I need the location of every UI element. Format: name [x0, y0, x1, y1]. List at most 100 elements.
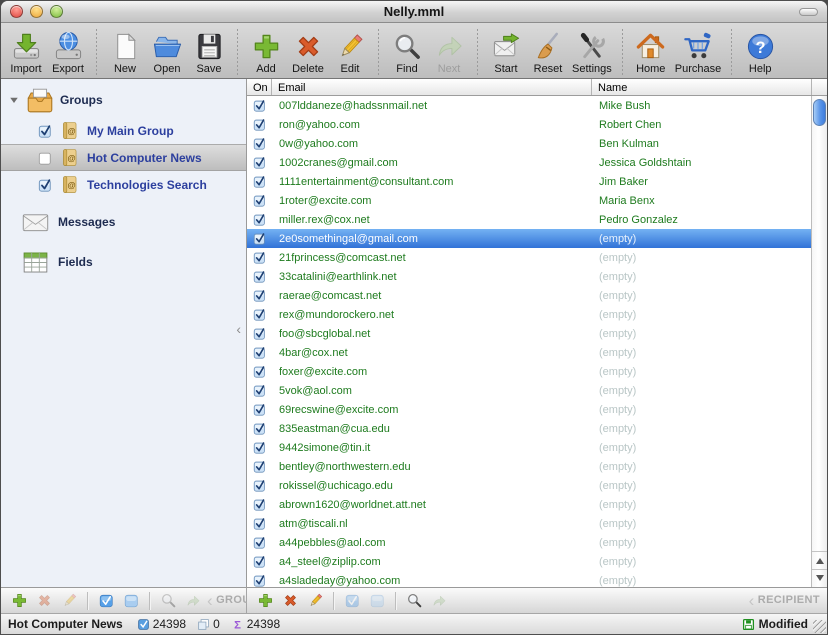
row-checkbox[interactable]: [253, 555, 266, 568]
row-checkbox[interactable]: [253, 137, 266, 150]
group-checkbox[interactable]: [38, 151, 52, 165]
toolbar-add-button[interactable]: Add: [245, 31, 287, 75]
table-row[interactable]: 007lddaneze@hadssnmail.netMike Bush: [247, 96, 811, 115]
add-recipient-button[interactable]: [254, 591, 276, 611]
table-row[interactable]: raerae@comcast.net(empty): [247, 286, 811, 305]
table-row[interactable]: a4_steel@ziplip.com(empty): [247, 552, 811, 571]
row-checkbox[interactable]: [253, 327, 266, 340]
row-checkbox[interactable]: [253, 479, 266, 492]
sidebar-item-fields[interactable]: Fields: [1, 246, 246, 278]
column-header-email[interactable]: Email: [272, 79, 592, 95]
row-checkbox[interactable]: [253, 213, 266, 226]
row-checkbox[interactable]: [253, 574, 266, 587]
table-row[interactable]: 33catalini@earthlink.net(empty): [247, 267, 811, 286]
table-row[interactable]: 5vok@aol.com(empty): [247, 381, 811, 400]
row-checkbox[interactable]: [253, 308, 266, 321]
zoom-button[interactable]: [50, 5, 63, 18]
group-checkbox[interactable]: [38, 124, 52, 138]
table-row[interactable]: 21fprincess@comcast.net(empty): [247, 248, 811, 267]
uncheck-all-groups-button[interactable]: [120, 591, 142, 611]
toolbar-purchase-button[interactable]: Purchase: [672, 31, 724, 75]
row-checkbox[interactable]: [253, 517, 266, 530]
row-checkbox[interactable]: [253, 422, 266, 435]
sidebar-group-my-main-group[interactable]: @My Main Group: [1, 117, 246, 144]
table-row[interactable]: 0w@yahoo.comBen Kulman: [247, 134, 811, 153]
table-row[interactable]: 69recswine@excite.com(empty): [247, 400, 811, 419]
toolbar-open-button[interactable]: Open: [146, 31, 188, 75]
toolbar-save-button[interactable]: Save: [188, 31, 230, 75]
toolbar-new-button[interactable]: New: [104, 31, 146, 75]
toolbar-settings-button[interactable]: Settings: [569, 31, 615, 75]
table-row[interactable]: 1roter@excite.comMaria Benx: [247, 191, 811, 210]
window-resize-grip[interactable]: [813, 620, 826, 633]
scroll-down-button[interactable]: [812, 569, 827, 586]
table-row[interactable]: a4sladeday@yahoo.com(empty): [247, 571, 811, 587]
row-checkbox[interactable]: [253, 289, 266, 302]
row-checkbox[interactable]: [253, 175, 266, 188]
sidebar-splitter-grip[interactable]: ‹: [236, 322, 241, 336]
row-checkbox[interactable]: [253, 460, 266, 473]
sidebar-group-technologies-search[interactable]: @Technologies Search: [1, 171, 246, 198]
row-checkbox[interactable]: [253, 270, 266, 283]
disclosure-triangle-icon[interactable]: [8, 94, 20, 106]
table-row[interactable]: abrown1620@worldnet.att.net(empty): [247, 495, 811, 514]
add-group-button[interactable]: [8, 591, 30, 611]
table-row[interactable]: rokissel@uchicago.edu(empty): [247, 476, 811, 495]
check-all-groups-button[interactable]: [95, 591, 117, 611]
edit-recipient-button[interactable]: [304, 591, 326, 611]
row-checkbox[interactable]: [253, 384, 266, 397]
row-checkbox[interactable]: [253, 536, 266, 549]
toolbar-home-button[interactable]: Home: [630, 31, 672, 75]
toolbar-start-button[interactable]: Start: [485, 31, 527, 75]
toolbar-reset-button[interactable]: Reset: [527, 31, 569, 75]
group-checkbox[interactable]: [38, 178, 52, 192]
toolbar-help-button[interactable]: ?Help: [739, 31, 781, 75]
row-checkbox[interactable]: [253, 118, 266, 131]
table-row[interactable]: 1002cranes@gmail.comJessica Goldshtain: [247, 153, 811, 172]
row-checkbox[interactable]: [253, 156, 266, 169]
column-header-on[interactable]: On: [247, 79, 272, 95]
table-row[interactable]: 4bar@cox.net(empty): [247, 343, 811, 362]
row-checkbox[interactable]: [253, 498, 266, 511]
row-checkbox[interactable]: [253, 232, 266, 245]
table-row[interactable]: ron@yahoo.comRobert Chen: [247, 115, 811, 134]
table-row[interactable]: 2e0somethingal@gmail.com(empty): [247, 229, 811, 248]
table-row[interactable]: foo@sbcglobal.net(empty): [247, 324, 811, 343]
toolbar-find-button[interactable]: Find: [386, 31, 428, 75]
sidebar-group-hot-computer-news[interactable]: @Hot Computer News: [1, 144, 246, 171]
table-row[interactable]: 9442simone@tin.it(empty): [247, 438, 811, 457]
vertical-scrollbar[interactable]: [811, 96, 827, 587]
table-row[interactable]: 835eastman@cua.edu(empty): [247, 419, 811, 438]
scrollbar-thumb[interactable]: [813, 99, 826, 126]
table-row[interactable]: bentley@northwestern.edu(empty): [247, 457, 811, 476]
row-checkbox[interactable]: [253, 365, 266, 378]
table-row[interactable]: miller.rex@cox.netPedro Gonzalez: [247, 210, 811, 229]
toolbar-toggle-pill[interactable]: [799, 8, 818, 16]
on-cell: [247, 460, 272, 473]
row-checkbox[interactable]: [253, 251, 266, 264]
column-header-name[interactable]: Name: [592, 79, 812, 95]
table-row[interactable]: foxer@excite.com(empty): [247, 362, 811, 381]
addressbook-icon: @: [60, 175, 79, 194]
close-button[interactable]: [10, 5, 23, 18]
toolbar-export-button[interactable]: Export: [47, 31, 89, 75]
delete-recipient-button[interactable]: [279, 591, 301, 611]
sidebar-item-messages[interactable]: Messages: [1, 206, 246, 238]
find-recipient-button[interactable]: [403, 591, 425, 611]
table-row[interactable]: a44pebbles@aol.com(empty): [247, 533, 811, 552]
minimize-button[interactable]: [30, 5, 43, 18]
sidebar-header-groups[interactable]: Groups: [1, 83, 246, 117]
row-checkbox[interactable]: [253, 346, 266, 359]
name-cell: (empty): [592, 404, 811, 416]
row-checkbox[interactable]: [253, 194, 266, 207]
row-checkbox[interactable]: [253, 99, 266, 112]
row-checkbox[interactable]: [253, 403, 266, 416]
table-row[interactable]: rex@mundorockero.net(empty): [247, 305, 811, 324]
scroll-up-button[interactable]: [812, 552, 827, 569]
row-checkbox[interactable]: [253, 441, 266, 454]
toolbar-import-button[interactable]: Import: [5, 31, 47, 75]
toolbar-delete-button[interactable]: Delete: [287, 31, 329, 75]
table-row[interactable]: atm@tiscali.nl(empty): [247, 514, 811, 533]
table-row[interactable]: 1111entertainment@consultant.comJim Bake…: [247, 172, 811, 191]
toolbar-edit-button[interactable]: Edit: [329, 31, 371, 75]
